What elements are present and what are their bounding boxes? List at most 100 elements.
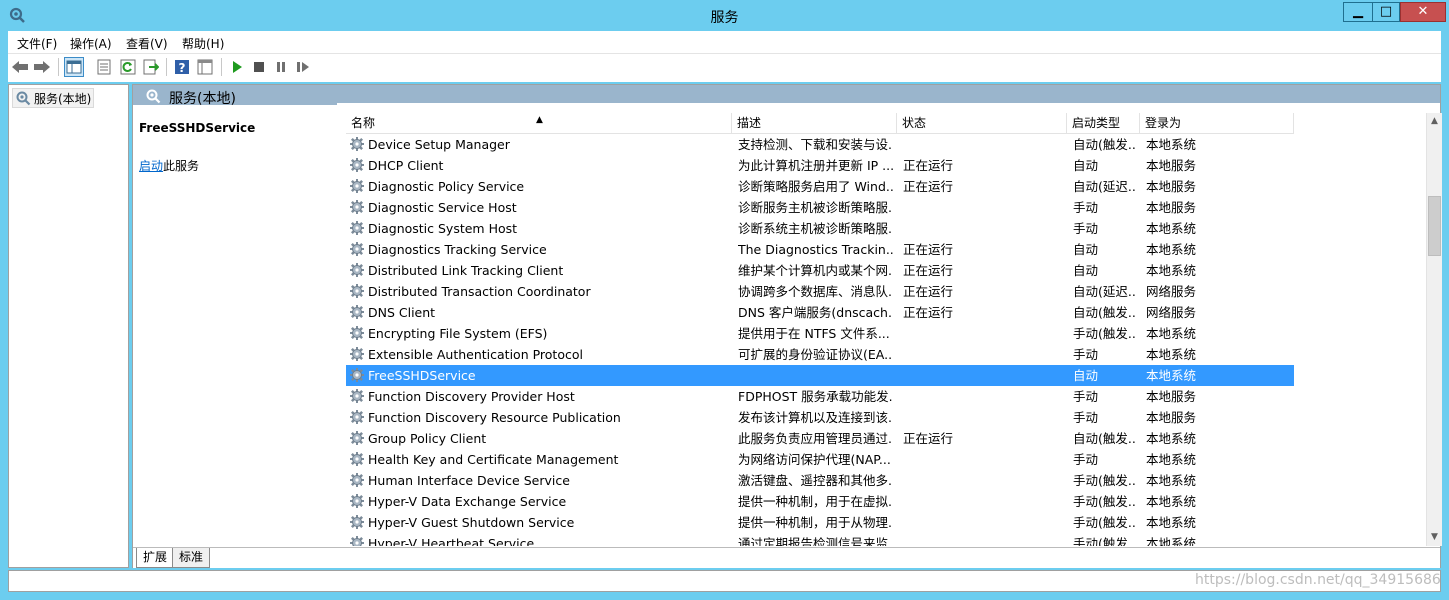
service-name: DNS Client (368, 305, 436, 320)
services-gear-icon (16, 91, 31, 106)
start-service-suffix: 此服务 (163, 159, 200, 173)
service-gear-icon (350, 347, 364, 361)
menu-file[interactable]: 文件(F) (17, 35, 57, 52)
service-status: 正在运行 (903, 431, 954, 446)
menu-view[interactable]: 查看(V) (126, 35, 168, 52)
service-status (903, 365, 1063, 386)
table-row[interactable]: Distributed Transaction Coordinator 协调跨多个… (346, 281, 1294, 302)
properties-icon[interactable] (94, 57, 114, 77)
table-row[interactable]: Hyper-V Data Exchange Service 提供一种机制，用于在虚… (346, 491, 1294, 512)
service-gear-icon (350, 452, 364, 466)
close-icon: ✕ (1417, 4, 1429, 19)
service-gear-icon (350, 242, 364, 256)
minimize-button[interactable]: ▁ (1343, 2, 1372, 22)
table-row[interactable]: Hyper-V Guest Shutdown Service 提供一种机制，用于从… (346, 512, 1294, 533)
service-name: Diagnostic Policy Service (368, 179, 525, 194)
stop-icon[interactable] (249, 57, 269, 77)
service-description: 发布该计算机以及连接到该... (738, 410, 893, 425)
service-status (903, 512, 1063, 533)
pane-title: 服务(本地) (169, 91, 236, 107)
maximize-button[interactable]: □ (1372, 2, 1400, 22)
start-service-link[interactable]: 启动 (139, 159, 163, 173)
service-startup-type: 自动 (1073, 263, 1099, 278)
vertical-scrollbar[interactable]: ▲ ▼ (1426, 113, 1442, 546)
sort-ascending-icon: ▲ (536, 115, 543, 125)
service-startup-type: 手动(触发... (1073, 536, 1137, 546)
table-row[interactable]: Extensible Authentication Protocol 可扩展的身份… (346, 344, 1294, 365)
tab-standard[interactable]: 标准 (172, 548, 211, 568)
table-row[interactable]: Function Discovery Resource Publication 发… (346, 407, 1294, 428)
table-row[interactable]: Group Policy Client 此服务负责应用管理员通过... 正在运行 自动… (346, 428, 1294, 449)
table-row[interactable]: Device Setup Manager 支持检测、下载和安装与设... 自动(触发… (346, 134, 1294, 155)
service-name: Human Interface Device Service (368, 473, 570, 488)
scroll-down-icon[interactable]: ▼ (1427, 529, 1442, 546)
service-name: FreeSSHDService (368, 368, 476, 383)
table-row[interactable]: Distributed Link Tracking Client 维护某个计算机内… (346, 260, 1294, 281)
start-icon[interactable] (227, 57, 247, 77)
table-row[interactable]: DNS Client DNS 客户端服务(dnscach... 正在运行 自动(触发.… (346, 302, 1294, 323)
service-log-on-as: 本地系统 (1146, 536, 1197, 546)
service-name: Diagnostic Service Host (368, 200, 517, 215)
service-startup-type: 手动(触发... (1073, 326, 1137, 341)
table-row[interactable]: Human Interface Device Service 激活键盘、遥控器和其… (346, 470, 1294, 491)
column-header-name[interactable]: 名称 ▲ (346, 113, 732, 134)
resume-icon[interactable] (293, 57, 313, 77)
service-description: 协调跨多个数据库、消息队... (738, 284, 893, 299)
view-icon[interactable] (195, 57, 215, 77)
service-description: 此服务负责应用管理员通过... (738, 431, 893, 446)
table-row[interactable]: Diagnostic System Host 诊断系统主机被诊断策略服... 手动 本… (346, 218, 1294, 239)
service-description: 提供一种机制，用于在虚拟... (738, 494, 893, 509)
service-name: Group Policy Client (368, 431, 487, 446)
service-status: 正在运行 (903, 305, 954, 320)
back-icon[interactable] (10, 57, 30, 77)
tab-extended[interactable]: 扩展 (136, 548, 175, 568)
svg-text:?: ? (179, 61, 186, 75)
table-row[interactable]: Diagnostic Service Host 诊断服务主机被诊断策略服... 手动… (346, 197, 1294, 218)
service-description: 为网络访问保护代理(NAP... (738, 452, 891, 467)
service-status (903, 470, 1063, 491)
minimize-icon: ▁ (1353, 4, 1363, 19)
service-startup-type: 自动 (1073, 368, 1099, 383)
tree-item-services-local[interactable]: 服务(本地) (12, 88, 95, 108)
column-header-startup-type[interactable]: 启动类型 (1067, 113, 1140, 134)
pane-header: 服务(本地) (133, 85, 1440, 107)
service-description: 为此计算机注册并更新 IP ... (738, 158, 893, 173)
pane-divider (337, 103, 1440, 105)
close-button[interactable]: ✕ (1400, 2, 1446, 22)
service-gear-icon (350, 368, 364, 382)
toolbar: ? (8, 54, 1441, 82)
service-log-on-as: 本地服务 (1146, 179, 1197, 194)
export-icon[interactable] (141, 57, 161, 77)
table-row[interactable]: Function Discovery Provider Host FDPHOST … (346, 386, 1294, 407)
table-row[interactable]: DHCP Client 为此计算机注册并更新 IP ... 正在运行 自动 本地服务 (346, 155, 1294, 176)
column-header-status[interactable]: 状态 (897, 113, 1067, 134)
table-row[interactable]: Diagnostics Tracking Service The Diagnost… (346, 239, 1294, 260)
service-gear-icon (350, 326, 364, 340)
service-log-on-as: 网络服务 (1146, 305, 1197, 320)
service-startup-type: 自动(触发... (1073, 305, 1137, 320)
console-tree-icon[interactable] (64, 57, 84, 77)
pause-icon[interactable] (271, 57, 291, 77)
service-log-on-as: 本地系统 (1146, 263, 1197, 278)
menu-help[interactable]: 帮助(H) (182, 35, 224, 52)
toolbar-separator (221, 58, 222, 76)
scroll-up-icon[interactable]: ▲ (1427, 113, 1442, 130)
table-row[interactable]: Encrypting File System (EFS) 提供用于在 NTFS 文… (346, 323, 1294, 344)
menu-action[interactable]: 操作(A) (70, 35, 112, 52)
table-row[interactable]: Health Key and Certificate Management 为网络… (346, 449, 1294, 470)
column-header-description[interactable]: 描述 (732, 113, 897, 134)
table-row-selected[interactable]: FreeSSHDService 自动 本地系统 (346, 365, 1294, 386)
service-startup-type: 手动 (1073, 347, 1099, 362)
service-startup-type: 自动(触发... (1073, 137, 1137, 152)
service-name: Diagnostics Tracking Service (368, 242, 547, 257)
menu-bar: 文件(F) 操作(A) 查看(V) 帮助(H) (8, 31, 1441, 54)
help-icon[interactable]: ? (172, 57, 192, 77)
table-row[interactable]: Hyper-V Heartbeat Service 通过定期报告检测信号来监...… (346, 533, 1294, 546)
scroll-thumb[interactable] (1428, 196, 1441, 256)
service-log-on-as: 本地服务 (1146, 389, 1197, 404)
refresh-icon[interactable] (118, 57, 138, 77)
column-header-log-on-as[interactable]: 登录为 (1140, 113, 1294, 134)
forward-icon[interactable] (32, 57, 52, 77)
table-row[interactable]: Diagnostic Policy Service 诊断策略服务启用了 Wind.… (346, 176, 1294, 197)
service-description: 可扩展的身份验证协议(EA... (738, 347, 893, 362)
